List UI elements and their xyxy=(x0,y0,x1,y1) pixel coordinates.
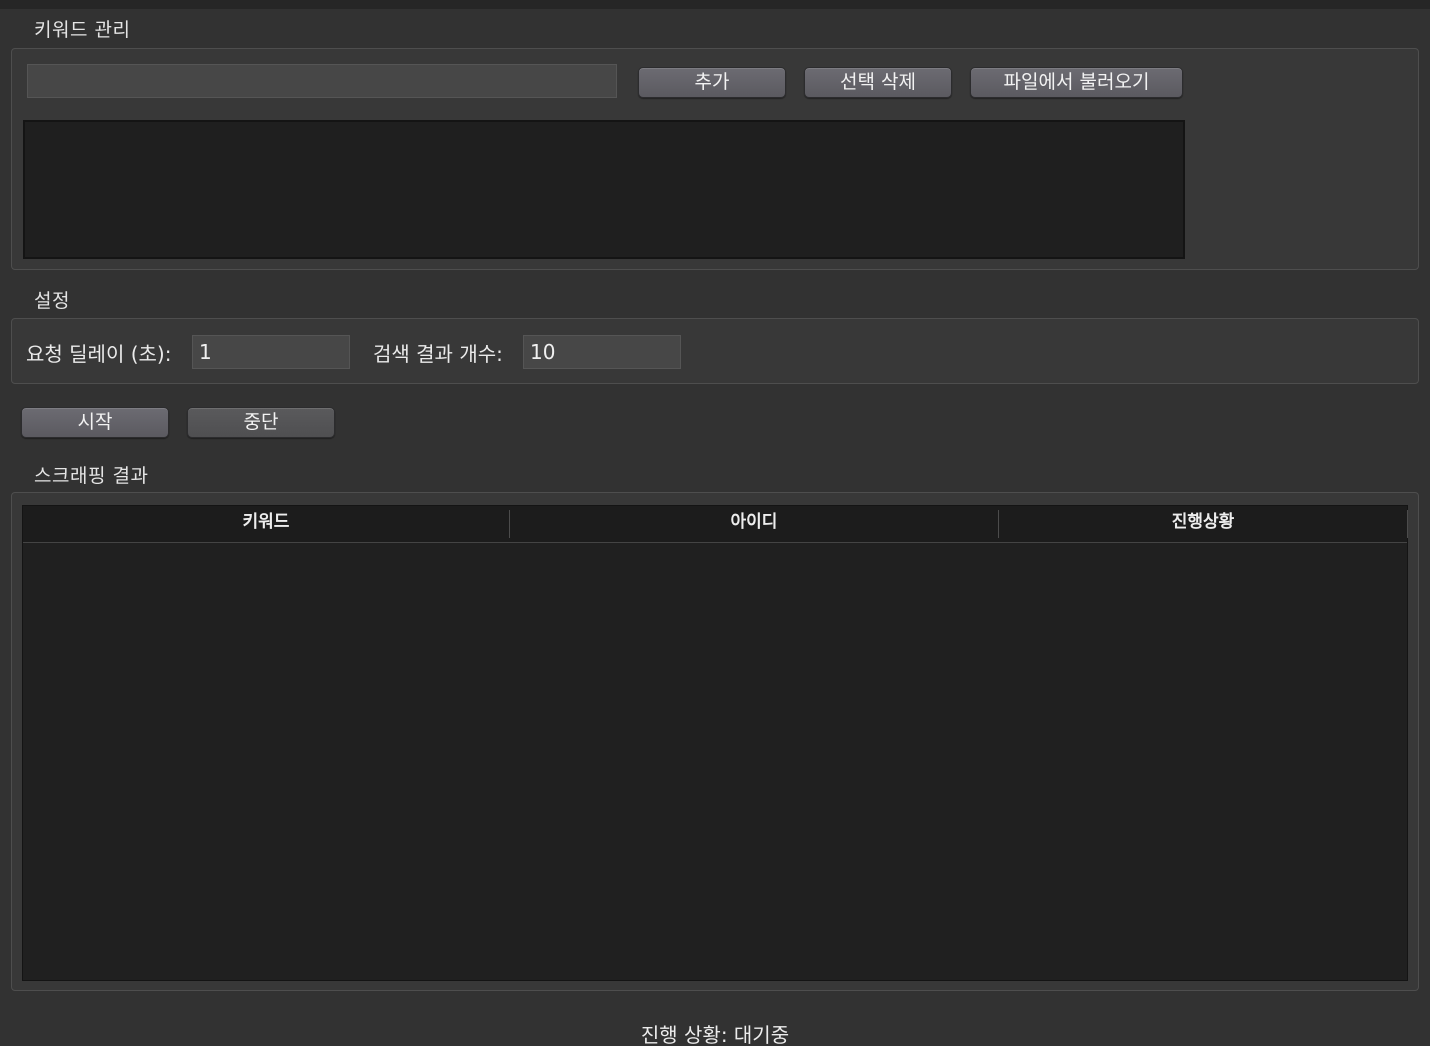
load-from-file-button[interactable]: 파일에서 불러오기 xyxy=(970,67,1183,98)
status-text: 진행 상황: 대기중 xyxy=(640,1023,790,1046)
delay-input[interactable] xyxy=(192,335,350,369)
keyword-list[interactable] xyxy=(23,120,1185,259)
keyword-section-title: 키워드 관리 xyxy=(34,19,131,41)
results-section-title: 스크래핑 결과 xyxy=(34,465,149,487)
settings-group-box: 요청 딜레이 (초): 검색 결과 개수: xyxy=(11,318,1419,384)
results-table[interactable]: 키워드 아이디 진행상황 xyxy=(22,505,1408,981)
keyword-input[interactable] xyxy=(27,64,617,98)
start-button[interactable]: 시작 xyxy=(21,407,169,438)
result-count-input[interactable] xyxy=(523,335,681,369)
result-count-label: 검색 결과 개수: xyxy=(373,342,503,366)
results-table-header: 키워드 아이디 진행상황 xyxy=(23,506,1408,543)
settings-section-title: 설정 xyxy=(34,290,70,312)
results-group-box: 키워드 아이디 진행상황 xyxy=(11,492,1419,991)
stop-button[interactable]: 중단 xyxy=(187,407,335,438)
column-header-keyword[interactable]: 키워드 xyxy=(23,506,509,542)
app-window: 키워드 관리 추가 선택 삭제 파일에서 불러오기 설정 요청 딜레이 (초):… xyxy=(0,0,1430,1046)
column-header-progress[interactable]: 진행상황 xyxy=(999,506,1407,542)
delay-label: 요청 딜레이 (초): xyxy=(26,342,172,366)
delete-selected-button[interactable]: 선택 삭제 xyxy=(804,67,952,98)
column-header-id[interactable]: 아이디 xyxy=(510,506,998,542)
column-separator xyxy=(1407,510,1408,538)
keyword-group-box: 추가 선택 삭제 파일에서 불러오기 xyxy=(11,48,1419,270)
add-keyword-button[interactable]: 추가 xyxy=(638,67,786,98)
